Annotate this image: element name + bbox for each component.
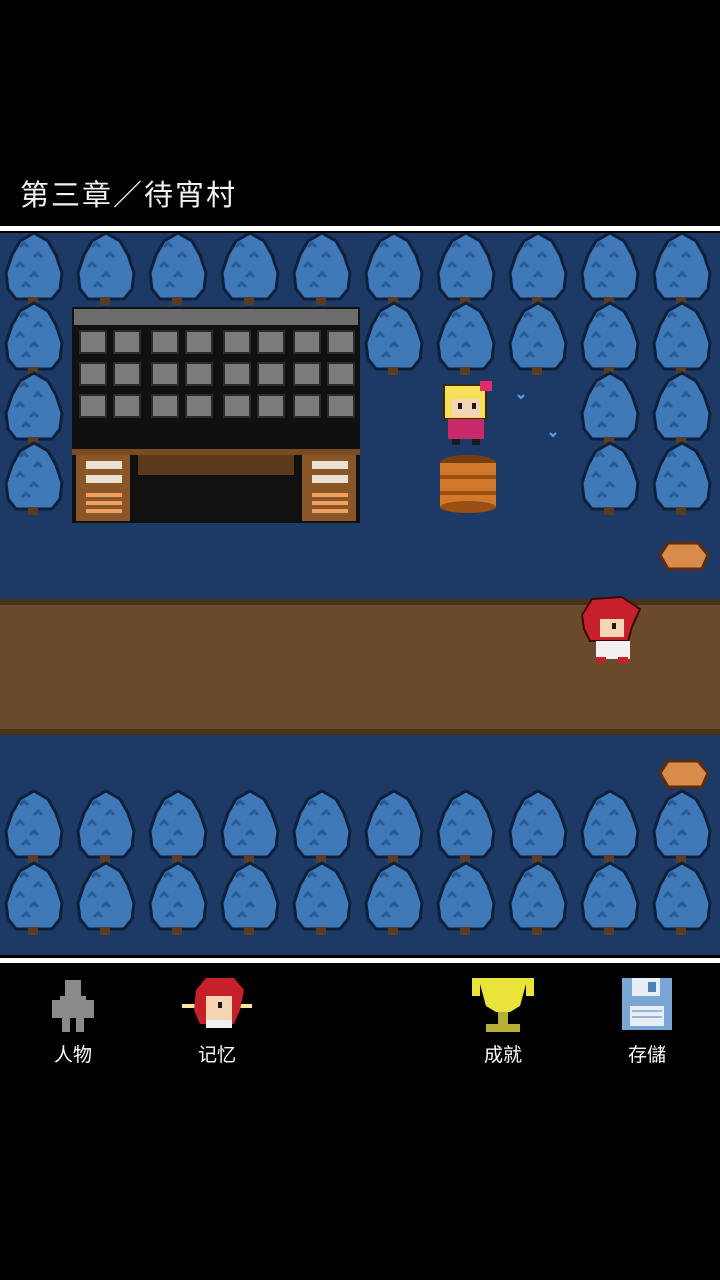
save-button[interactable]: 存儲 bbox=[592, 968, 702, 1067]
forest-bottom bbox=[4, 789, 712, 937]
blonde-girl-sprite bbox=[443, 381, 492, 445]
game-map[interactable] bbox=[0, 233, 720, 955]
memory-portrait-icon bbox=[182, 976, 256, 1036]
wooden-barrel bbox=[440, 455, 496, 513]
bottom-divider bbox=[0, 958, 720, 963]
game-toolbar: 人物 记忆 成就 存儲 bbox=[0, 968, 720, 1078]
achievements-button[interactable]: 成就 bbox=[448, 968, 558, 1067]
characters-label: 人物 bbox=[53, 1044, 92, 1066]
top-divider bbox=[0, 226, 720, 231]
save-label: 存儲 bbox=[627, 1044, 666, 1066]
characters-button[interactable]: 人物 bbox=[18, 968, 128, 1067]
memory-label: 记忆 bbox=[197, 1044, 236, 1066]
japanese-house bbox=[72, 307, 360, 523]
achievements-label: 成就 bbox=[483, 1044, 522, 1066]
trophy-icon bbox=[468, 976, 538, 1036]
chapter-title: 第三章／待宵村 bbox=[20, 178, 238, 212]
memory-button[interactable]: 记忆 bbox=[162, 968, 272, 1067]
floppy-disk-icon bbox=[612, 976, 682, 1036]
person-silhouette-icon bbox=[38, 976, 108, 1036]
